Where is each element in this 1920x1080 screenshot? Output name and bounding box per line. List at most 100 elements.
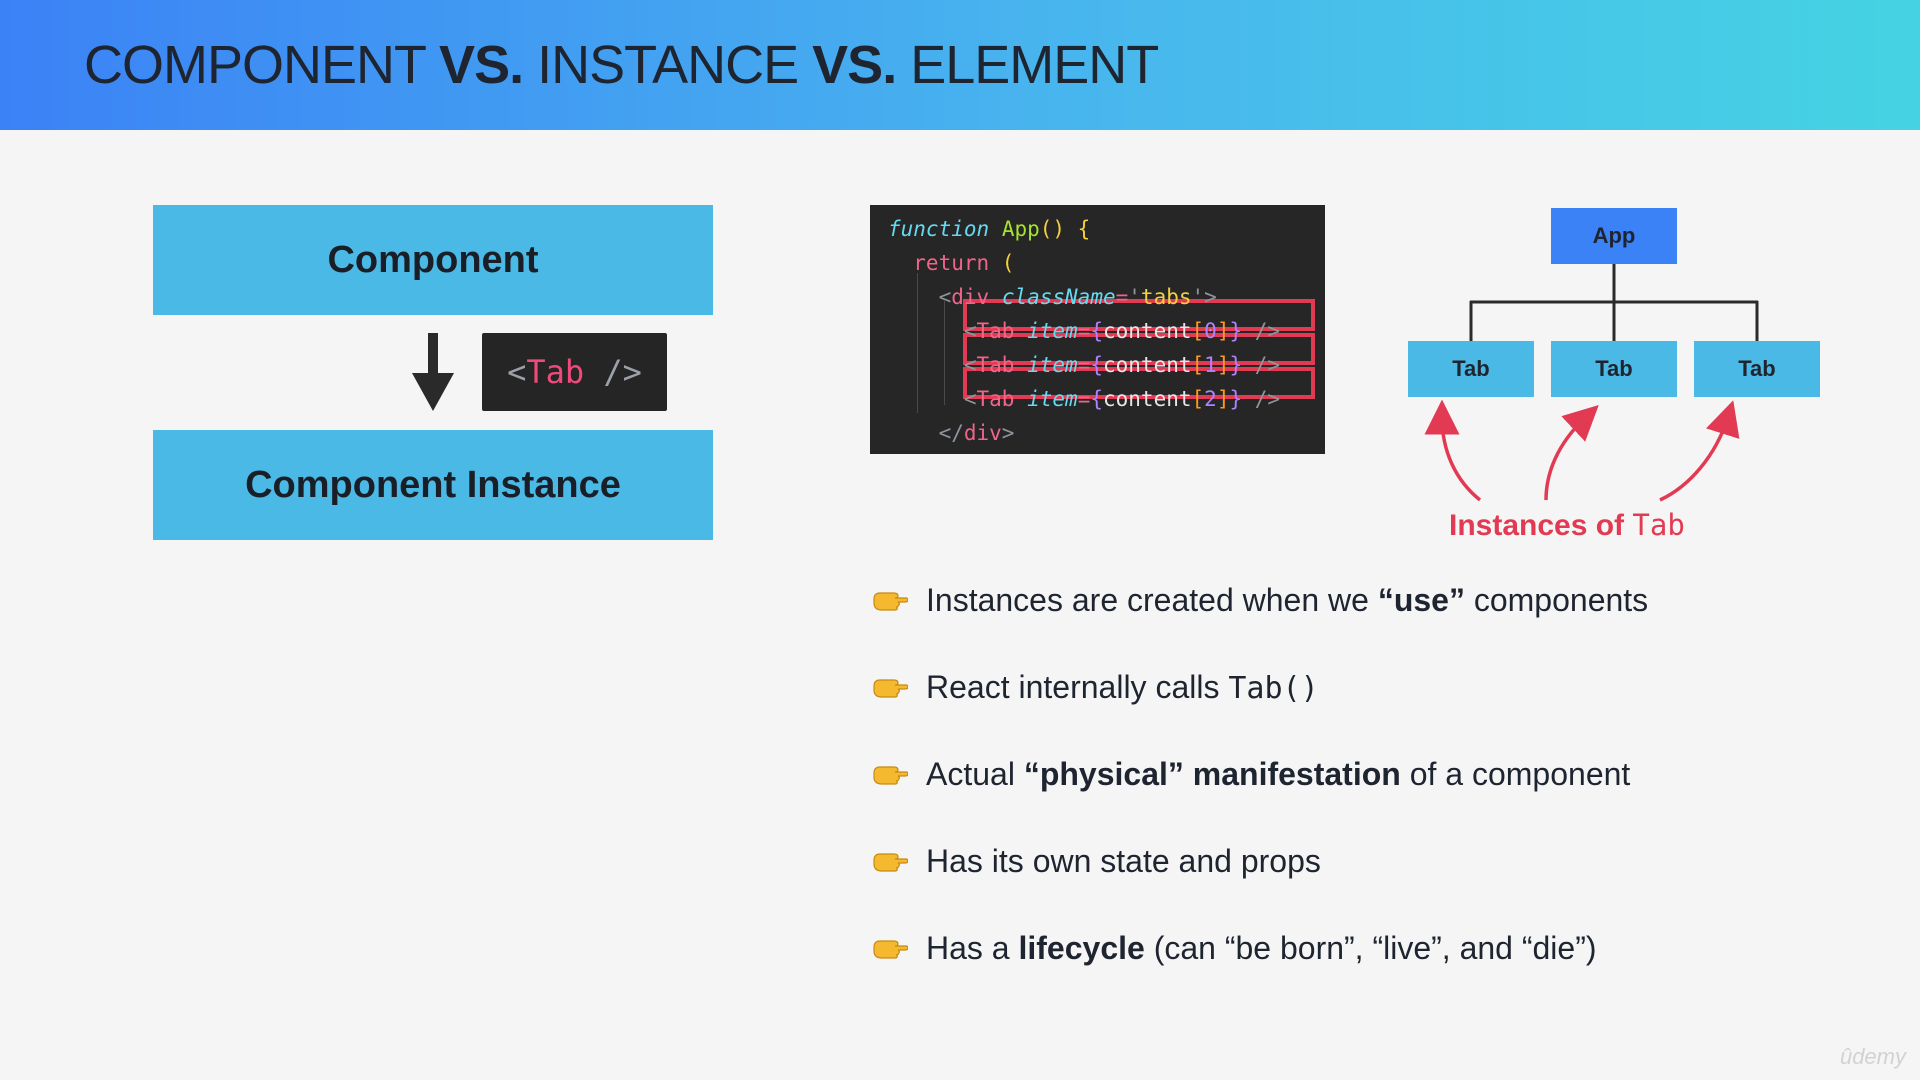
code-token: [ [1191,387,1205,411]
code-token: = [1115,285,1129,309]
component-instance-box: Component Instance [153,430,713,540]
code-token: ( [989,251,1015,275]
code-token: Tab [976,319,1015,343]
code-token: className [1001,285,1116,309]
title-word-component: COMPONENT [84,35,426,95]
bullet-item: Instances are created when we “use” comp… [872,575,1872,625]
code-token: div [963,421,1002,445]
code-token: { [1090,353,1103,377]
tree-node-tab: Tab [1551,341,1677,397]
code-token: ' [1191,285,1205,309]
bullet-text-part: Tab() [1228,670,1319,706]
tree-node-tab: Tab [1694,341,1820,397]
instance-arrows [1424,400,1740,502]
code-line: return ( [888,247,1014,279]
tab-chip-name: Tab [526,353,585,391]
code-token: /> [1242,387,1281,411]
bullet-text: Has its own state and props [926,843,1321,880]
curved-arrow-icon [1659,400,1740,502]
pointing-hand-icon [872,846,909,876]
tree-node-label: Tab [1738,356,1776,381]
udemy-watermark: ûdemy [1839,1044,1906,1069]
code-token: 0 [1204,319,1217,343]
bullet-text-part: React internally calls [926,668,1229,705]
code-token: ] [1216,353,1230,377]
pointing-hand-icon [872,585,909,615]
component-label: Component [327,238,539,281]
code-token: [ [1191,353,1205,377]
bullet-text-part: Actual [926,755,1024,792]
code-token: /> [1242,353,1281,377]
title-word-element: ELEMENT [910,35,1159,95]
tree-node-app: App [1551,208,1677,264]
bullet-text-part: Has a [926,929,1019,966]
curved-arrow-icon [1424,400,1482,502]
tab-chip-close: /> [584,353,642,391]
code-token: > [1001,421,1015,445]
code-token: < [888,353,977,377]
bullet-text-part: components [1464,581,1649,618]
code-token: < [888,319,977,343]
title-word-vs-1: VS. [439,35,524,95]
code-token: return [888,251,990,275]
code-token: } [1229,319,1243,343]
code-token: [ [1191,319,1205,343]
bullet-text-part: “physical” manifestation [1023,755,1401,792]
component-instance-label: Component Instance [245,463,621,506]
code-token: content [1103,353,1192,377]
code-token: () { [1039,217,1091,241]
title-word-vs-2: VS. [812,35,897,95]
code-token: < [888,387,977,411]
code-token: ' [1128,285,1141,309]
code-token: ] [1216,387,1230,411]
code-line: function App() { [888,213,1090,245]
slide-title: COMPONENT VS. INSTANCE VS. ELEMENT [84,34,1159,96]
code-token: } [1229,353,1243,377]
pointing-hand-icon [872,672,909,702]
code-token: content [1103,319,1192,343]
bullet-item: React internally calls Tab() [872,662,1872,712]
tree-node-label: Tab [1452,356,1490,381]
code-token: item [1027,387,1078,411]
instances-label-code: Tab [1632,508,1685,542]
component-box: Component [153,205,713,315]
bullet-text: Has a lifecycle (can “be born”, “live”, … [926,930,1597,967]
code-token: 1 [1204,353,1217,377]
code-line: <Tab item={content[0]} /> [888,315,1280,347]
bullet-text-part: (can “be born”, “live”, and “die”) [1144,929,1597,966]
code-token: = [1077,387,1091,411]
tree-node-tab: Tab [1408,341,1534,397]
bullet-text-part: of a component [1400,755,1631,792]
bullet-text: React internally calls Tab() [926,669,1319,706]
code-token: Tab [976,387,1015,411]
code-block: function App() { return ( <div className… [870,205,1325,454]
code-line: <div className='tabs'> [888,281,1217,313]
bullet-text-part: Has its own state and props [926,842,1321,879]
tree-node-label: Tab [1595,356,1633,381]
pointing-hand-icon [872,933,909,963]
code-token: /> [1242,319,1281,343]
code-token: </ [888,421,964,445]
bullet-item: Has its own state and props [872,836,1872,886]
code-token: div [951,285,990,309]
bullet-text-part: Instances are created when we [926,581,1378,618]
code-token: tabs [1140,285,1192,309]
code-token: = [1077,353,1091,377]
code-line: <Tab item={content[1]} /> [888,349,1280,381]
code-token: { [1090,319,1103,343]
title-bar: COMPONENT VS. INSTANCE VS. ELEMENT [0,0,1920,130]
code-token: Tab [976,353,1015,377]
instances-of-tab-label: Instances of Tab [1449,508,1685,543]
curved-arrow-icon [1544,405,1599,501]
tree-node-label: App [1592,223,1636,248]
code-token: 2 [1204,387,1217,411]
bullet-item: Has a lifecycle (can “be born”, “live”, … [872,923,1872,973]
down-arrow-icon [412,333,454,411]
code-token: { [1090,387,1103,411]
code-token: > [1204,285,1217,309]
